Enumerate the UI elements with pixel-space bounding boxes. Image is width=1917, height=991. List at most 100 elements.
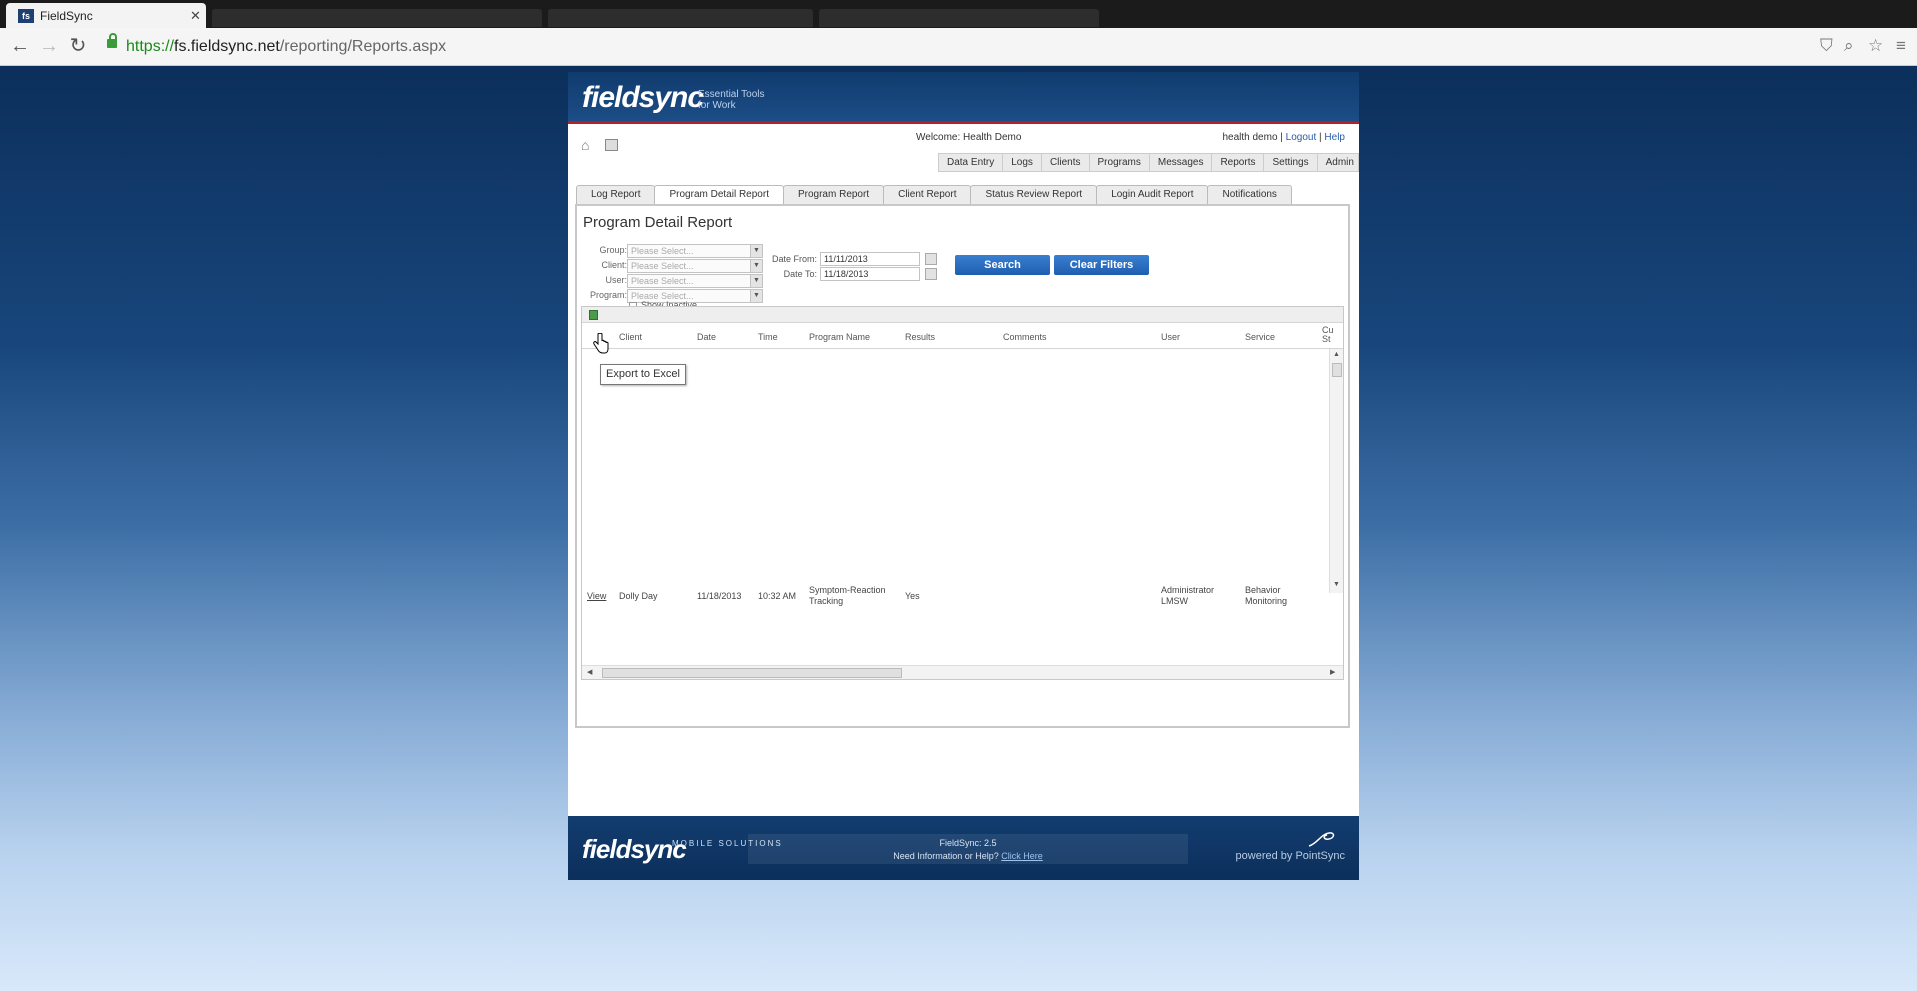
column-header-service[interactable]: Service (1245, 332, 1275, 342)
footer-logo: fieldsync (582, 834, 687, 864)
main-menu: Data Entry Logs Clients Programs Message… (938, 153, 1359, 172)
user-select[interactable]: Please Select... ▼ (627, 274, 763, 288)
menu-logs[interactable]: Logs (1003, 154, 1042, 171)
client-label: Client: (601, 260, 627, 270)
tab-login-audit-report[interactable]: Login Audit Report (1096, 185, 1209, 204)
tab-notifications[interactable]: Notifications (1207, 185, 1292, 204)
back-icon[interactable]: ← (8, 34, 32, 58)
app-tagline: Essential Tools for Work (698, 89, 765, 111)
column-header-time[interactable]: Time (758, 332, 778, 342)
url-domain: fs.fieldsync.net (174, 38, 280, 55)
browser-tab[interactable]: fs FieldSync ✕ (6, 3, 206, 28)
report-title: Program Detail Report (583, 214, 733, 231)
column-header-program-name[interactable]: Program Name (809, 332, 870, 342)
menu-admin[interactable]: Admin (1318, 154, 1362, 171)
group-label: Group: (599, 245, 627, 255)
date-to-input[interactable]: 11/18/2013 (820, 267, 920, 281)
scroll-thumb[interactable] (1332, 363, 1342, 377)
tab-log-report[interactable]: Log Report (576, 185, 656, 204)
background-tab[interactable] (212, 9, 542, 27)
url-scheme: https:// (126, 38, 175, 55)
export-tooltip: Export to Excel (600, 364, 686, 385)
menu-messages[interactable]: Messages (1150, 154, 1213, 171)
address-bar[interactable]: https://fs.fieldsync.net/reporting/Repor… (126, 38, 446, 56)
scroll-up-icon[interactable]: ▲ (1333, 351, 1340, 358)
cell-client: Dolly Day (619, 591, 658, 601)
bookmark-star-icon[interactable]: ☆ (1868, 36, 1883, 56)
menu-programs[interactable]: Programs (1090, 154, 1150, 171)
help-text: Need Information or Help? (893, 851, 999, 861)
app-footer: fieldsync MOBILE SOLUTIONS FieldSync: 2.… (568, 816, 1359, 880)
cell-time: 10:32 AM (758, 591, 797, 601)
browser-tab-strip: fs FieldSync ✕ (0, 0, 1917, 28)
search-button[interactable]: Search (955, 255, 1050, 275)
scroll-down-icon[interactable]: ▼ (1333, 581, 1340, 588)
footer-info: FieldSync: 2.5 Need Information or Help?… (748, 834, 1188, 864)
menu-settings[interactable]: Settings (1264, 154, 1318, 171)
report-panel: Program Detail Report Group: Please Sele… (575, 204, 1350, 728)
column-header-cu-st[interactable]: Cu St (1322, 326, 1336, 344)
tab-program-report[interactable]: Program Report (782, 185, 885, 204)
tab-title: FieldSync (40, 9, 93, 23)
menu-clients[interactable]: Clients (1042, 154, 1090, 171)
chevron-down-icon[interactable]: ▼ (750, 245, 762, 257)
forward-icon[interactable]: → (37, 34, 61, 58)
tab-client-report[interactable]: Client Report (883, 185, 972, 204)
app-header: fieldsync Essential Tools for Work (568, 72, 1359, 124)
fieldsync-app: fieldsync Essential Tools for Work ⌂ Wel… (568, 72, 1359, 880)
date-from-input[interactable]: 11/11/2013 (820, 252, 920, 266)
powered-by-text: powered by PointSync (1235, 850, 1345, 862)
grid-header: Client Date Time Program Name Results Co… (582, 323, 1343, 349)
column-header-user[interactable]: User (1161, 332, 1180, 342)
menu-icon[interactable]: ≡ (1896, 36, 1906, 56)
group-select[interactable]: Please Select... ▼ (627, 244, 763, 258)
view-link[interactable]: View (587, 591, 606, 602)
vertical-scrollbar[interactable]: ▲ ▼ (1329, 349, 1343, 593)
url-path: /reporting/Reports.aspx (279, 38, 447, 55)
grid-toolbar (582, 307, 1343, 323)
calendar-icon[interactable] (925, 268, 937, 280)
column-header-date[interactable]: Date (697, 332, 716, 342)
close-tab-icon[interactable]: ✕ (190, 8, 201, 24)
scroll-thumb[interactable] (602, 668, 902, 678)
calendar-icon[interactable] (925, 253, 937, 265)
date-from-label: Date From: (771, 254, 817, 264)
shield-icon[interactable]: ⛉ (1820, 36, 1833, 56)
background-tab[interactable] (819, 9, 1099, 27)
click-here-link[interactable]: Click Here (1001, 851, 1043, 861)
menu-data-entry[interactable]: Data Entry (939, 154, 1004, 171)
chevron-down-icon[interactable]: ▼ (750, 260, 762, 272)
reload-icon[interactable]: ↻ (66, 34, 90, 58)
welcome-text: Welcome: Health Demo (916, 132, 1022, 143)
chevron-down-icon[interactable]: ▼ (750, 275, 762, 287)
lock-icon (107, 33, 117, 48)
scroll-right-icon[interactable]: ▶ (1330, 668, 1335, 676)
favicon-icon: fs (18, 9, 34, 23)
zoom-icon[interactable]: ⌕ (1844, 36, 1854, 56)
column-header-comments[interactable]: Comments (1003, 332, 1047, 342)
client-select[interactable]: Please Select... ▼ (627, 259, 763, 273)
menu-reports[interactable]: Reports (1212, 154, 1265, 171)
version-text: FieldSync: 2.5 (939, 838, 997, 848)
clear-filters-button[interactable]: Clear Filters (1054, 255, 1149, 275)
horizontal-scrollbar[interactable]: ◀ ▶ (582, 665, 1343, 679)
hand-cursor-icon (593, 333, 609, 354)
background-tab[interactable] (548, 9, 813, 27)
tab-status-review-report[interactable]: Status Review Report (970, 185, 1098, 204)
scroll-left-icon[interactable]: ◀ (587, 668, 592, 676)
column-header-client[interactable]: Client (619, 332, 642, 342)
tab-program-detail-report[interactable]: Program Detail Report (654, 185, 784, 204)
report-tabs: Log Report Program Detail Report Program… (576, 185, 1292, 204)
logout-link[interactable]: Logout (1286, 132, 1317, 143)
user-select-value: Please Select... (631, 276, 694, 286)
program-label: Program: (589, 290, 627, 300)
column-header-results[interactable]: Results (905, 332, 935, 342)
cell-program-name: Symptom-Reaction Tracking (809, 585, 886, 606)
fieldsync-logo[interactable]: fieldsync (582, 81, 704, 115)
calendar-icon[interactable] (605, 139, 618, 151)
help-link[interactable]: Help (1324, 132, 1345, 143)
home-icon[interactable]: ⌂ (581, 138, 595, 152)
export-excel-icon[interactable] (589, 310, 598, 320)
user-label: User: (605, 275, 627, 285)
chevron-down-icon[interactable]: ▼ (750, 290, 762, 302)
